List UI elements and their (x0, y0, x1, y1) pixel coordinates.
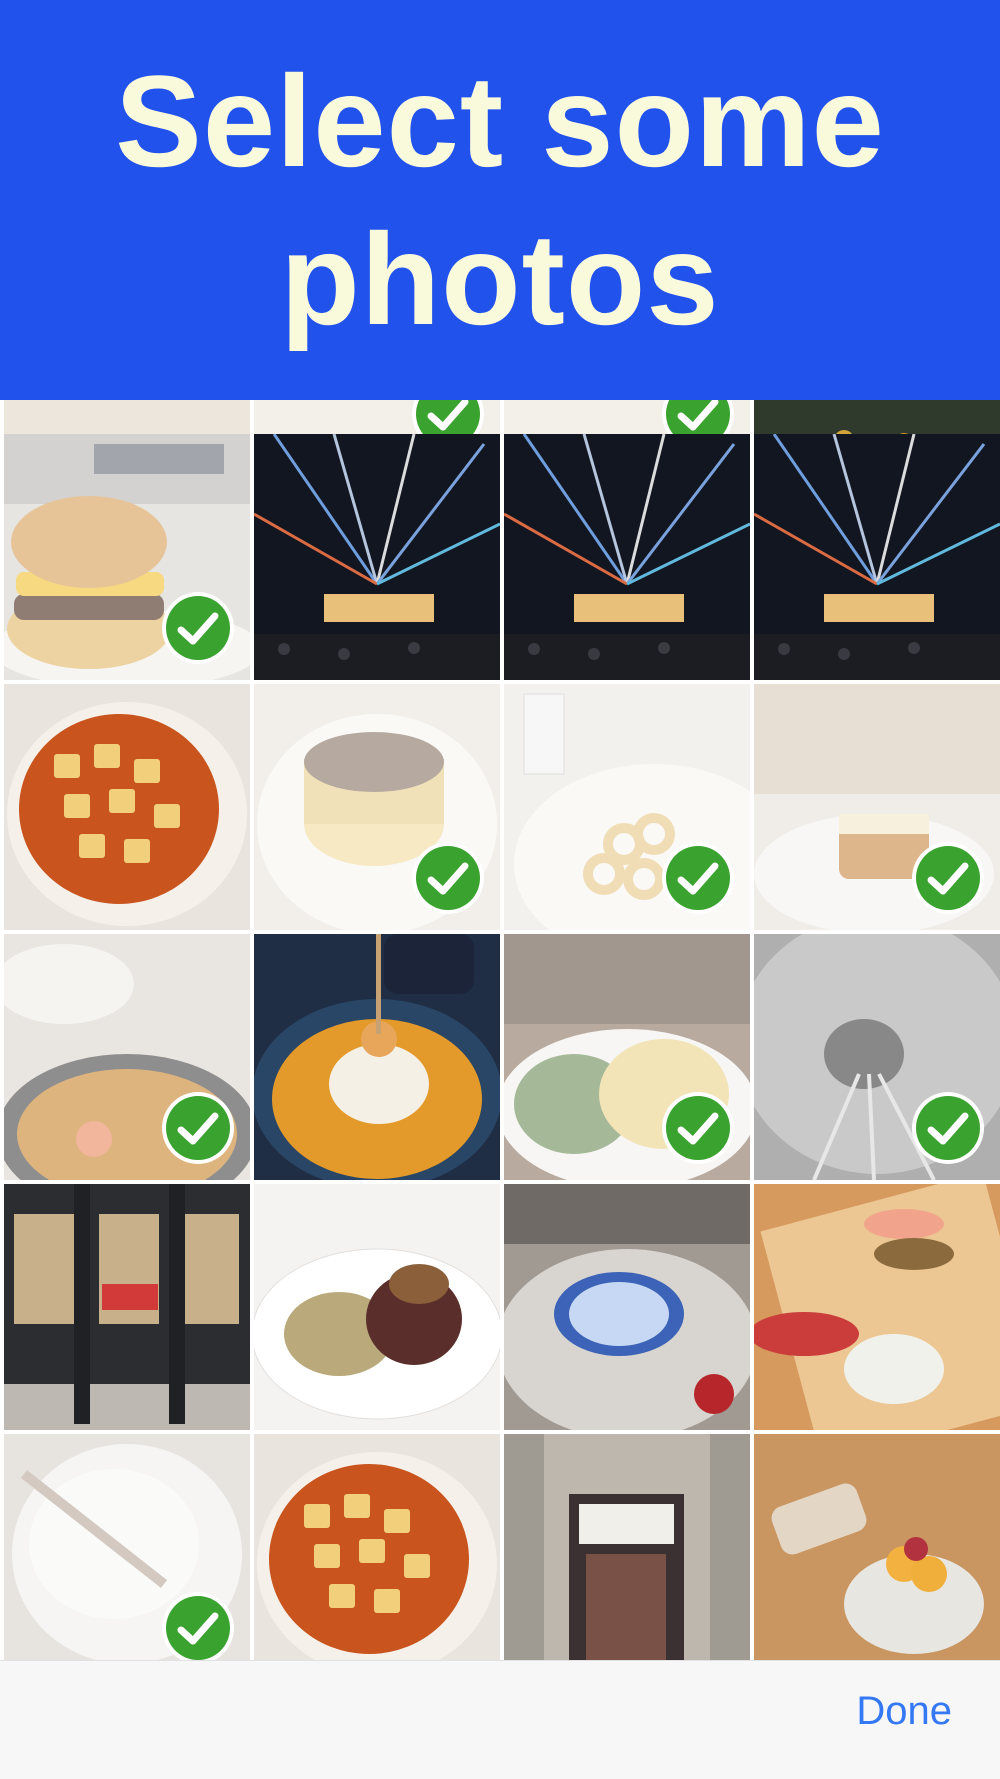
photo-image (504, 1184, 750, 1430)
photo-image (254, 1434, 500, 1660)
photo-image (4, 684, 250, 930)
checkmark-icon (162, 1092, 234, 1164)
checkmark-icon (912, 1092, 984, 1164)
photo-thumbnail[interactable] (254, 934, 500, 1180)
photo-thumbnail[interactable] (4, 434, 250, 680)
photo-thumbnail[interactable] (754, 434, 1000, 680)
photo-image (254, 934, 500, 1180)
photo-image (504, 434, 750, 680)
photo-thumbnail[interactable] (504, 934, 750, 1180)
photo-thumbnail[interactable] (504, 1434, 750, 1660)
photo-grid[interactable] (0, 400, 1000, 1660)
photo-image (754, 434, 1000, 680)
checkmark-icon (912, 842, 984, 914)
photo-thumbnail[interactable] (4, 934, 250, 1180)
photo-thumbnail[interactable] (754, 934, 1000, 1180)
photo-thumbnail[interactable] (254, 684, 500, 930)
photo-thumbnail[interactable] (504, 434, 750, 680)
checkmark-icon (412, 842, 484, 914)
photo-thumbnail[interactable] (4, 1184, 250, 1430)
page-header: Select some photos (0, 0, 1000, 400)
checkmark-icon (662, 842, 734, 914)
photo-image (504, 1434, 750, 1660)
photo-thumbnail[interactable] (754, 1184, 1000, 1430)
checkmark-icon (162, 1592, 234, 1660)
bottom-toolbar: Done (0, 1660, 1000, 1779)
photo-image (254, 1184, 500, 1430)
done-button[interactable]: Done (850, 1681, 958, 1741)
photo-thumbnail[interactable] (4, 1434, 250, 1660)
photo-image (254, 434, 500, 680)
photo-thumbnail[interactable] (254, 1434, 500, 1660)
photo-thumbnail[interactable] (504, 1184, 750, 1430)
photo-thumbnail[interactable] (504, 684, 750, 930)
photo-image (754, 1434, 1000, 1660)
photo-thumbnail[interactable] (4, 684, 250, 930)
photo-image (4, 1184, 250, 1430)
checkmark-icon (162, 592, 234, 664)
photo-thumbnail[interactable] (754, 684, 1000, 930)
photo-thumbnail[interactable] (254, 1184, 500, 1430)
photo-thumbnail[interactable] (754, 1434, 1000, 1660)
photo-thumbnail[interactable] (254, 434, 500, 680)
photo-image (754, 1184, 1000, 1430)
page-title: Select some photos (115, 48, 885, 352)
checkmark-icon (662, 1092, 734, 1164)
